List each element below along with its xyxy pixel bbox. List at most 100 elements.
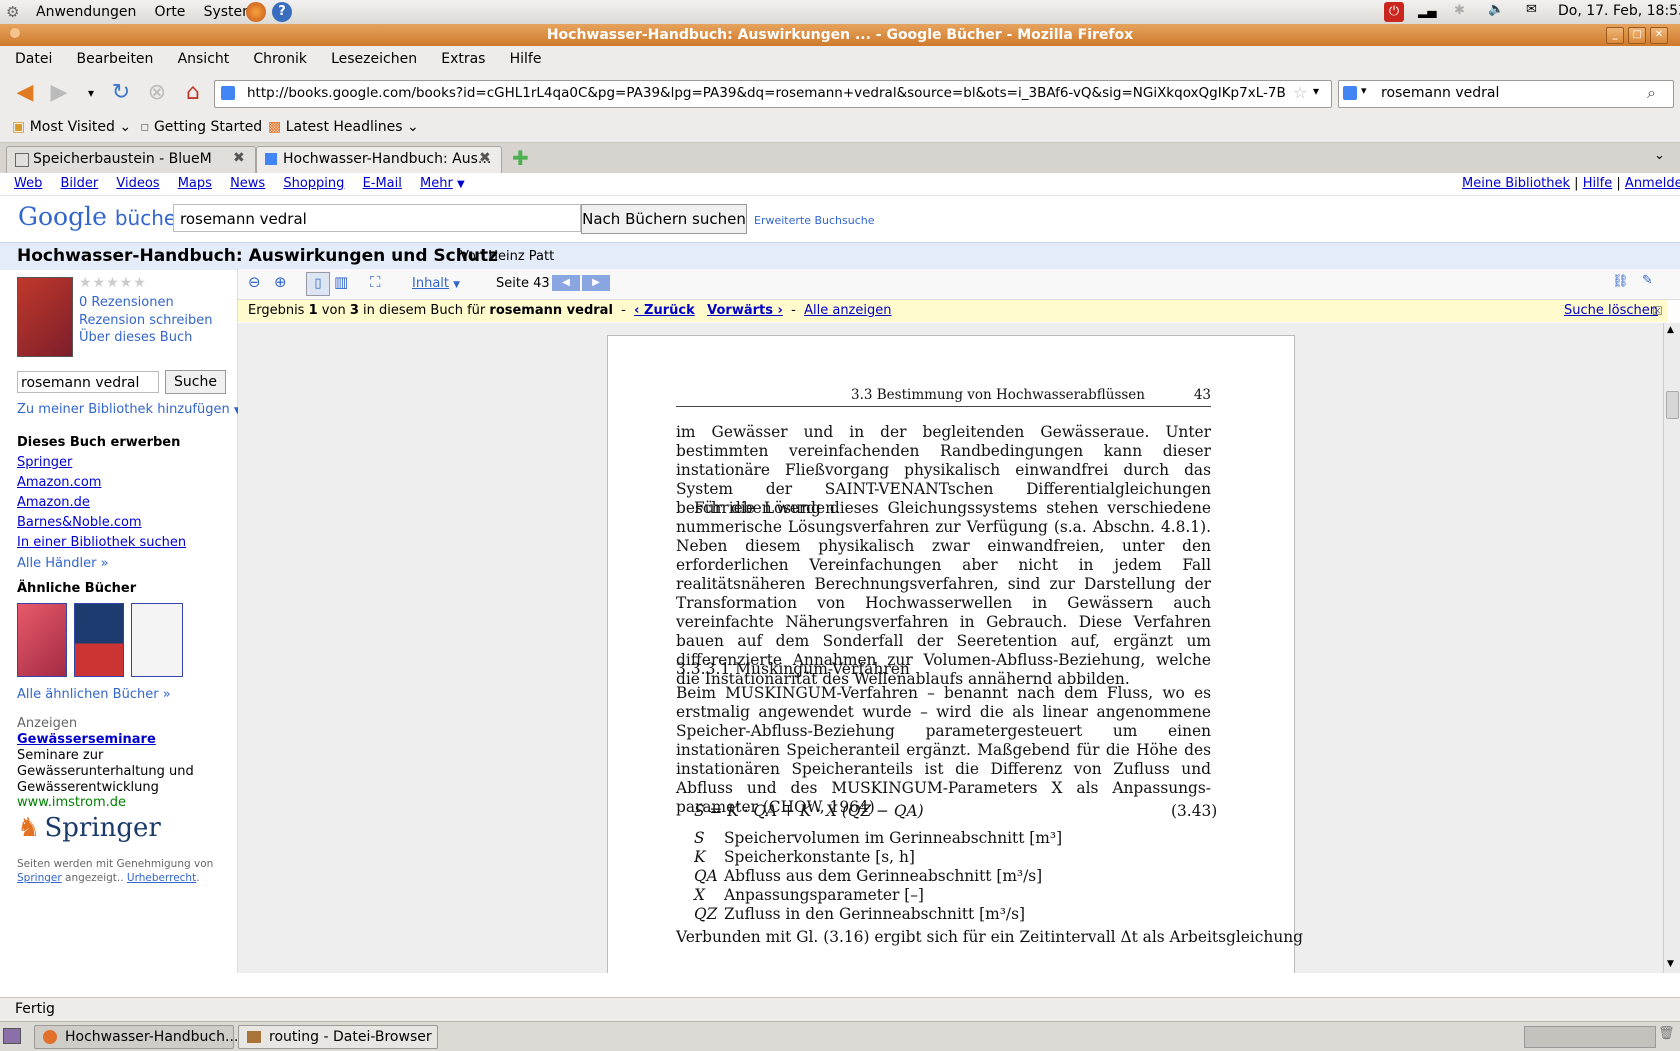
- tab-list-icon[interactable]: ⌄: [1654, 148, 1665, 163]
- network-icon[interactable]: ▂▄: [1418, 4, 1436, 18]
- google-books-logo[interactable]: Google bücher: [18, 202, 184, 231]
- add-to-library-link[interactable]: Zu meiner Bibliothek hinzufügen ▼: [17, 402, 241, 417]
- single-page-view-icon[interactable]: ▯: [306, 272, 330, 296]
- buy-link-barnes-noble[interactable]: Barnes&Noble.com: [17, 515, 142, 530]
- annotate-icon[interactable]: ✎: [1642, 273, 1653, 288]
- volume-icon[interactable]: 🔈: [1488, 2, 1504, 17]
- zoom-in-icon[interactable]: ⊕: [274, 273, 287, 291]
- gbar-help[interactable]: Hilfe: [1583, 176, 1613, 191]
- advanced-search-link[interactable]: Erweiterte Buchsuche: [754, 214, 875, 227]
- home-icon[interactable]: ⌂: [180, 81, 206, 105]
- gbar-sign-in[interactable]: Anmelden: [1625, 176, 1680, 191]
- tab-close-icon[interactable]: ✖: [479, 150, 491, 166]
- gbar-more[interactable]: Mehr: [420, 173, 453, 195]
- power-icon[interactable]: ⏻: [1384, 2, 1404, 22]
- gbar-images[interactable]: Bilder: [60, 173, 98, 195]
- close-window-button[interactable]: ✕: [1650, 27, 1668, 44]
- stop-icon[interactable]: ⊗: [144, 81, 170, 105]
- url-bar[interactable]: http://books.google.com/books?id=cGHL1rL…: [214, 80, 1332, 108]
- bluetooth-icon[interactable]: ✱: [1454, 3, 1465, 18]
- taskbar-item-file-browser[interactable]: routing - Datei-Browser: [238, 1025, 438, 1049]
- forward-icon[interactable]: ▶: [46, 81, 72, 105]
- gnome-foot-icon[interactable]: ⚙: [6, 3, 19, 21]
- about-book-link[interactable]: Über dieses Buch: [79, 330, 192, 345]
- menu-edit[interactable]: Bearbeiten: [77, 46, 154, 72]
- result-forward-link[interactable]: Vorwärts ›: [707, 303, 783, 318]
- similar-book-cover[interactable]: [74, 603, 124, 677]
- panel-menu-places[interactable]: Orte: [155, 0, 186, 24]
- new-tab-icon[interactable]: ✚: [512, 146, 529, 170]
- tab-hochwasser-handbuch[interactable]: Hochwasser-Handbuch: Aus... ✖: [256, 146, 502, 173]
- two-page-view-icon[interactable]: ▥: [334, 273, 348, 291]
- write-review-link[interactable]: Rezension schreiben: [79, 313, 213, 328]
- similar-book-cover[interactable]: [131, 603, 183, 677]
- web-search-box[interactable]: ▾ rosemann vedral ⌕: [1338, 80, 1674, 108]
- history-dropdown-icon[interactable]: ▾: [78, 81, 104, 105]
- ad-url[interactable]: www.imstrom.de: [17, 795, 126, 810]
- sidebar-search-input[interactable]: rosemann vedral: [17, 371, 159, 393]
- gbar-email[interactable]: E-Mail: [363, 173, 402, 195]
- result-back-link[interactable]: ‹ Zurück: [634, 303, 695, 318]
- workspace-switcher[interactable]: [1524, 1026, 1656, 1048]
- link-icon[interactable]: ⛓: [1612, 274, 1629, 289]
- page-viewer[interactable]: 3.3 Bestimmung von Hochwasserabflüssen 4…: [238, 323, 1663, 973]
- contents-dropdown[interactable]: Inhalt ▼: [412, 276, 460, 291]
- tab-speicherbaustein[interactable]: Speicherbaustein - BlueM ✖: [6, 146, 256, 173]
- minimize-button[interactable]: _: [1606, 27, 1624, 44]
- menu-tools[interactable]: Extras: [441, 46, 485, 72]
- mail-icon[interactable]: ✉: [1526, 2, 1537, 17]
- bookmark-getting-started[interactable]: ▫ Getting Started: [140, 119, 262, 135]
- permission-springer-link[interactable]: Springer: [17, 872, 62, 884]
- menu-file[interactable]: Datei: [15, 46, 52, 72]
- bookmark-star-icon[interactable]: ☆: [1293, 83, 1307, 102]
- gbar-more-arrow-icon[interactable]: ▼: [457, 179, 465, 190]
- all-similar-link[interactable]: Alle ähnlichen Bücher »: [17, 687, 171, 702]
- buy-link-amazon-de[interactable]: Amazon.de: [17, 495, 90, 510]
- buy-link-amazon-com[interactable]: Amazon.com: [17, 475, 101, 490]
- similar-book-cover[interactable]: [17, 603, 67, 677]
- firefox-launcher-icon[interactable]: [246, 2, 266, 22]
- close-icon[interactable]: ☒: [1652, 300, 1663, 322]
- buy-link-springer[interactable]: Springer: [17, 455, 72, 470]
- zoom-out-icon[interactable]: ⊖: [248, 273, 261, 291]
- menu-bookmarks[interactable]: Lesezeichen: [331, 46, 417, 72]
- gbar-my-library[interactable]: Meine Bibliothek: [1462, 176, 1570, 191]
- fullscreen-icon[interactable]: ⛶: [370, 273, 381, 291]
- scroll-down-icon[interactable]: ▼: [1667, 959, 1674, 969]
- copyright-link[interactable]: Urheberrecht: [127, 872, 196, 884]
- scrollbar-thumb[interactable]: [1666, 391, 1679, 419]
- next-page-button[interactable]: ▶: [582, 275, 610, 291]
- help-launcher-icon[interactable]: ?: [272, 2, 292, 22]
- reviews-link[interactable]: 0 Rezensionen: [79, 295, 174, 310]
- clear-search-link[interactable]: Suche löschen: [1564, 300, 1658, 322]
- gbar-web[interactable]: Web: [14, 173, 42, 195]
- gbar-maps[interactable]: Maps: [178, 173, 212, 195]
- book-cover[interactable]: [17, 277, 73, 357]
- prev-page-button[interactable]: ◀: [552, 275, 580, 291]
- panel-menu-applications[interactable]: Anwendungen: [36, 0, 136, 24]
- clock[interactable]: Do, 17. Feb, 18:53: [1558, 3, 1680, 19]
- bookmark-most-visited[interactable]: ▣ Most Visited ⌄: [12, 119, 131, 135]
- show-desktop-icon[interactable]: [3, 1028, 21, 1044]
- result-show-all-link[interactable]: Alle anzeigen: [804, 303, 891, 318]
- url-text[interactable]: http://books.google.com/books?id=cGHL1rL…: [247, 85, 1287, 101]
- back-icon[interactable]: ◀: [12, 81, 38, 105]
- bookmark-latest-headlines[interactable]: ▩ Latest Headlines ⌄: [268, 119, 419, 135]
- page-scrollbar[interactable]: ▲ ▼: [1663, 323, 1680, 973]
- search-engine-icon[interactable]: [1343, 86, 1357, 100]
- book-search-button[interactable]: Nach Büchern suchen: [581, 204, 747, 234]
- rating-stars[interactable]: ★★★★★: [79, 275, 147, 291]
- buy-link-library[interactable]: In einer Bibliothek suchen: [17, 535, 186, 550]
- ad-title-link[interactable]: Gewässerseminare: [17, 732, 156, 747]
- sidebar-search-button[interactable]: Suche: [165, 370, 226, 394]
- scroll-up-icon[interactable]: ▲: [1667, 325, 1674, 335]
- trash-icon[interactable]: 🗑: [1658, 1026, 1675, 1041]
- book-search-input[interactable]: rosemann vedral: [173, 204, 581, 232]
- gbar-videos[interactable]: Videos: [116, 173, 159, 195]
- springer-logo[interactable]: ♞ Springer: [17, 813, 161, 843]
- search-engine-dropdown-icon[interactable]: ▾: [1361, 84, 1367, 97]
- all-dealers-link[interactable]: Alle Händler »: [17, 556, 109, 571]
- maximize-button[interactable]: □: [1628, 27, 1646, 44]
- menu-history[interactable]: Chronik: [253, 46, 307, 72]
- menu-help[interactable]: Hilfe: [510, 46, 542, 72]
